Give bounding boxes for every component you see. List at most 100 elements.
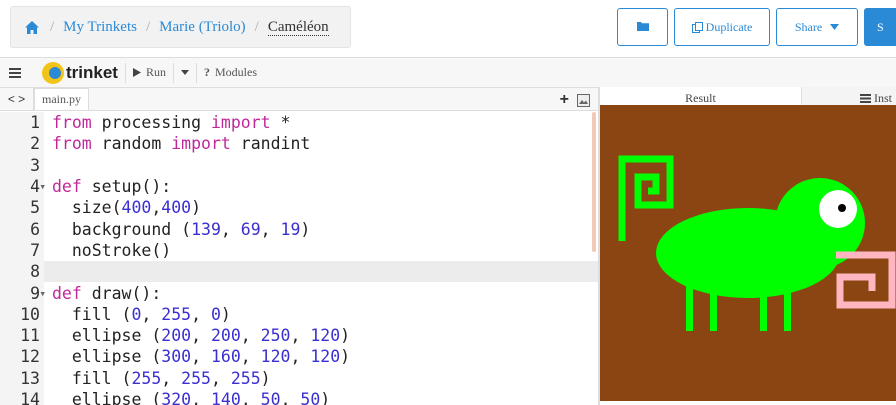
code-token: 69 [240,219,261,239]
code-token: background ( [52,219,192,239]
editor-scrollbar[interactable] [592,112,596,252]
file-tab-main[interactable]: main.py [34,88,89,110]
code-token: draw(): [81,283,162,303]
breadcrumb-user[interactable]: Marie (Triolo) [159,19,246,36]
code-line[interactable]: 2 from random import randint [0,133,598,155]
top-header: / My Trinkets / Marie (Triolo) / Caméléo… [0,0,896,56]
code-token: , [260,219,281,239]
code-line[interactable]: 13 fill (255, 255, 255) [0,367,598,389]
line-number: 1 [0,112,44,134]
code-token: 50 [260,390,281,405]
code-line[interactable]: 11 ellipse (200, 200, 250, 120) [0,324,598,347]
code-token: 120 [310,326,341,346]
code-line[interactable]: 12 ellipse (300, 160, 120, 120) [0,346,598,368]
line-number-text: 5 [30,198,40,218]
save-button[interactable]: S [864,8,896,46]
code-token: 200 [210,326,241,346]
caret-down-icon [180,70,189,75]
share-button[interactable]: Share [776,8,858,46]
code-line[interactable]: 7 noStroke() [0,239,598,262]
line-number: 12 [0,346,44,368]
code-line[interactable]: 14 ellipse (320, 140, 50, 50) [0,388,598,405]
question-icon: ? [203,65,210,79]
code-token: , [191,390,211,405]
code-line[interactable]: 4 ▾ def setup(): [0,175,598,198]
code-line[interactable]: 10 fill (0, 255, 0) [0,303,598,325]
line-number-text: 13 [20,368,40,388]
code-text: noStroke() [44,241,171,260]
code-text: size(400,400) [44,198,201,217]
code-token: processing [91,113,211,133]
menu-icon[interactable] [0,67,30,78]
code-token: def [52,283,82,303]
breadcrumb-separator: / [254,18,259,35]
line-number-text: 11 [20,326,40,346]
code-token: 160 [210,347,241,367]
code-token: 400 [161,198,192,218]
line-number: 5 [0,197,44,219]
line-number: 10 [0,303,44,325]
run-options-dropdown[interactable] [180,70,189,75]
code-text: ellipse (300, 160, 120, 120) [44,347,350,366]
code-token: ) [340,347,351,367]
play-icon [132,68,141,77]
code-line[interactable]: 1 from processing import * [0,112,598,134]
home-icon[interactable] [25,20,41,34]
modules-button[interactable]: ? Modules [204,65,257,80]
line-number-text: 6 [30,219,40,239]
code-token: ellipse ( [52,347,162,367]
line-number: 11 [0,324,44,347]
code-text: fill (0, 255, 0) [44,305,231,324]
line-number: 7 [0,239,44,262]
code-line[interactable]: 6 background (139, 69, 19) [0,218,598,240]
editor-toolbar: trinket Run ? Modules [0,57,896,87]
code-token: 200 [161,326,192,346]
code-text: ellipse (200, 200, 250, 120) [44,326,350,345]
code-line[interactable]: 8 [0,261,598,283]
toolbar-divider [124,62,126,83]
trinket-logo-text: trinket [66,62,118,82]
output-canvas [600,105,896,401]
fold-arrow-icon[interactable]: ▾ [39,180,46,193]
breadcrumb-my-trinkets[interactable]: My Trinkets [63,19,137,36]
line-number-text: 1 [30,113,40,133]
code-token: , [191,326,211,346]
file-tabs: < > main.py + [0,87,598,111]
trinket-title[interactable]: Caméléon [267,19,329,36]
code-line[interactable]: 9 ▾ def draw(): [0,282,598,304]
add-file-icon[interactable]: + [560,91,569,109]
code-area[interactable]: 1 from processing import * 2 from random im… [0,112,598,405]
chameleon-eye [819,190,857,228]
code-token: 400 [121,198,152,218]
code-token: 0 [210,304,221,324]
line-number-text: 14 [20,390,40,405]
duplicate-button[interactable]: Duplicate [674,8,770,46]
code-text: def setup(): [44,177,171,196]
code-token: randint [230,134,311,154]
code-text: background (139, 69, 19) [44,220,310,239]
code-token: , [290,326,311,346]
code-token: ) [340,326,351,346]
run-button[interactable]: Run [132,65,166,80]
line-number-text: 12 [20,347,40,367]
folder-button[interactable] [617,8,668,46]
file-nav-arrows[interactable]: < > [0,87,34,110]
breadcrumb-separator: / [145,18,151,35]
code-token: 19 [280,219,301,239]
run-label: Run [145,65,166,79]
duplicate-label: Duplicate [705,19,753,34]
image-upload-icon[interactable] [577,93,590,107]
code-token: size( [52,198,122,218]
result-pane: Result Inst [600,87,896,405]
code-token: ellipse ( [52,390,162,405]
code-token: 120 [260,347,291,367]
code-line[interactable]: 5 size(400,400) [0,197,598,219]
line-number-text: 3 [30,155,40,175]
code-line[interactable]: 3 [0,154,598,176]
code-text: def draw(): [44,284,161,303]
code-token: , [191,304,211,324]
trinket-logo: trinket [42,61,118,84]
fold-arrow-icon[interactable]: ▾ [39,287,46,300]
code-token: from [52,113,92,133]
share-label: Share [794,19,823,34]
